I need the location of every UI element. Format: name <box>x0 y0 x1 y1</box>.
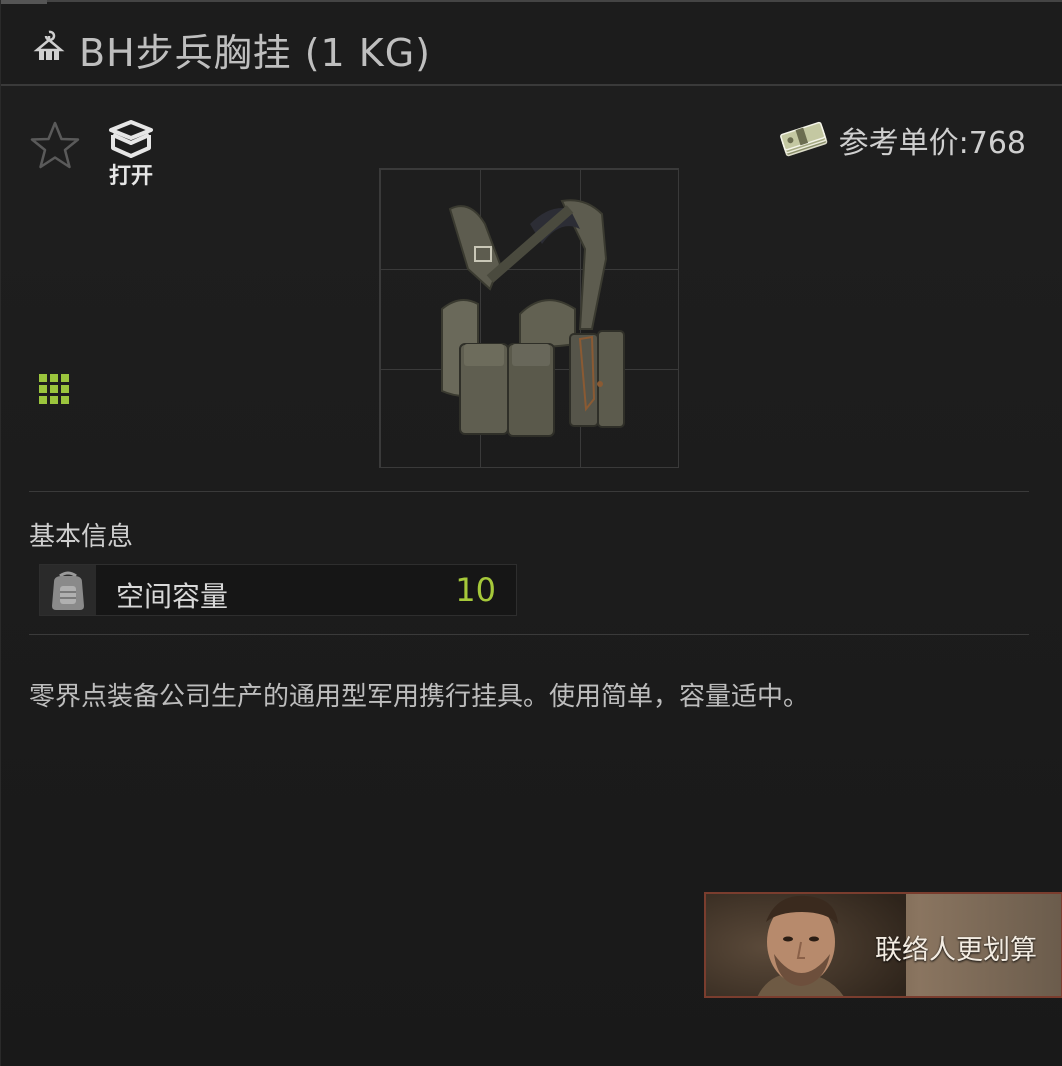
title-bar-accent <box>1 0 47 4</box>
open-label: 打开 <box>108 164 153 189</box>
title-bar: BH步兵胸挂 (1 KG) <box>1 0 1062 86</box>
price-label: 参考单价:768 <box>838 126 1026 161</box>
stat-value: 10 <box>455 571 496 609</box>
basic-info-title: 基本信息 <box>29 522 134 552</box>
divider-bottom <box>29 634 1029 635</box>
contact-banner-label: 联络人更划算 <box>875 935 1037 966</box>
open-box-icon <box>109 120 153 158</box>
stat-icon-container <box>40 565 96 615</box>
chest-rig-image <box>441 199 625 437</box>
stat-row-capacity: 空间容量 10 <box>39 564 517 616</box>
item-preview-grid <box>379 168 679 468</box>
cash-stack-icon <box>779 121 827 157</box>
vest-hanger-icon <box>33 30 65 60</box>
item-description: 零界点装备公司生产的通用型军用携行挂具。使用简单，容量适中。 <box>29 682 810 712</box>
backpack-icon <box>52 571 84 610</box>
divider-top <box>29 491 1029 492</box>
reference-price: 参考单价:768 <box>779 118 1026 162</box>
star-outline-icon[interactable] <box>29 120 81 172</box>
grid-size-icon[interactable] <box>37 372 71 406</box>
open-button[interactable]: 打开 <box>101 118 161 190</box>
contact-banner[interactable]: 联络人更划算 <box>704 892 1062 998</box>
item-inspect-window: BH步兵胸挂 (1 KG) 打开 参考单价:768 基本信息 空间容量 10 零… <box>0 0 1062 1066</box>
window-title: BH步兵胸挂 (1 KG) <box>79 31 431 75</box>
stat-label: 空间容量 <box>116 580 229 613</box>
